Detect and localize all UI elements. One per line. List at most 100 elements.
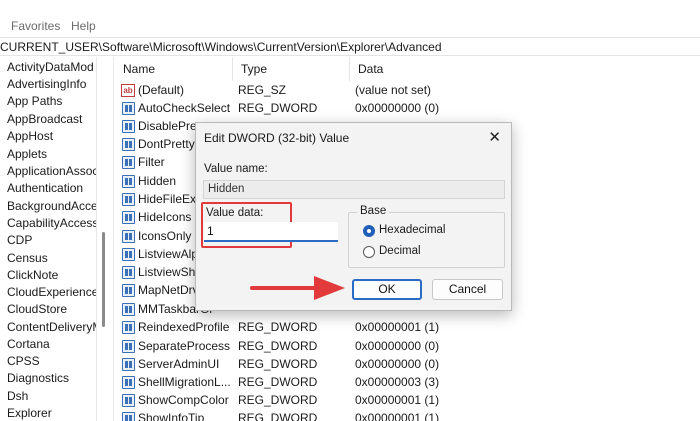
address-bar[interactable]: CURRENT_USER\Software\Microsoft\Windows\…: [0, 37, 700, 56]
value-row[interactable]: ShowInfoTip REG_DWORD 0x00000001 (1): [115, 410, 700, 421]
tree-item[interactable]: Applets: [7, 147, 47, 161]
value-data: 0x00000000 (0): [355, 357, 440, 371]
tree-item[interactable]: AppHost: [7, 129, 53, 143]
tree-item[interactable]: CPSS: [7, 354, 40, 368]
dword-value-icon: [122, 248, 135, 261]
hexadecimal-radio[interactable]: [363, 225, 375, 237]
tree-item[interactable]: ClickNote: [7, 268, 58, 282]
value-name: ShowCompColor: [138, 393, 229, 407]
tree-item[interactable]: Dsh: [7, 389, 28, 403]
value-row[interactable]: SeparateProcess REG_DWORD 0x00000000 (0): [115, 338, 700, 356]
value-data: 0x00000001 (1): [355, 411, 440, 421]
decimal-label[interactable]: Decimal: [379, 245, 421, 257]
value-data: 0x00000001 (1): [355, 320, 440, 334]
dword-value-icon: [122, 230, 135, 243]
tree-item[interactable]: App Paths: [7, 94, 62, 108]
value-name: IconsOnly: [138, 229, 192, 243]
dword-value-icon: [122, 138, 135, 151]
menu-help[interactable]: Help: [71, 19, 96, 33]
tree-item[interactable]: ActivityDataMod: [7, 60, 94, 74]
tree-item[interactable]: Census: [7, 251, 48, 265]
dword-value-icon: [122, 394, 135, 407]
dword-value-icon: [122, 193, 135, 206]
value-row[interactable]: ReindexedProfile REG_DWORD 0x00000001 (1…: [115, 319, 700, 337]
value-name: ServerAdminUI: [138, 357, 220, 371]
address-path: CURRENT_USER\Software\Microsoft\Windows\…: [0, 40, 442, 54]
tree-item[interactable]: BackgroundAcce: [7, 199, 96, 213]
value-data: 0x00000003 (3): [355, 375, 440, 389]
value-name: SeparateProcess: [138, 339, 231, 353]
value-row[interactable]: AutoCheckSelect REG_DWORD 0x00000000 (0): [115, 100, 700, 118]
value-name: ReindexedProfile: [138, 320, 230, 334]
value-name: ListviewAlp: [138, 247, 199, 261]
menu-favorites[interactable]: Favorites: [11, 19, 60, 33]
value-name: ShowInfoTip: [138, 411, 205, 421]
column-header-name[interactable]: Name: [115, 57, 233, 81]
value-data: 0x00000001 (1): [355, 393, 440, 407]
hexadecimal-label[interactable]: Hexadecimal: [379, 224, 445, 236]
close-icon[interactable]: ✕: [488, 128, 501, 146]
dword-value-icon: [122, 266, 135, 279]
dword-value-icon: [122, 102, 135, 115]
tree-item[interactable]: Explorer: [7, 406, 52, 420]
tree-item[interactable]: CloudExperience: [7, 285, 96, 299]
dword-value-icon: [122, 175, 135, 188]
value-data-input[interactable]: [204, 222, 338, 242]
edit-dword-dialog: Edit DWORD (32-bit) Value ✕ Value name: …: [195, 122, 512, 311]
column-header-data[interactable]: Data: [350, 57, 700, 81]
value-type: REG_DWORD: [238, 339, 318, 353]
tree-item[interactable]: CDP: [7, 233, 32, 247]
value-name: MapNetDrv: [138, 283, 199, 297]
value-name: Hidden: [138, 174, 177, 188]
value-row[interactable]: ServerAdminUI REG_DWORD 0x00000000 (0): [115, 356, 700, 374]
tree-item[interactable]: CloudStore: [7, 302, 67, 316]
value-row[interactable]: ShowCompColor REG_DWORD 0x00000001 (1): [115, 392, 700, 410]
value-name-field: Hidden: [203, 180, 505, 199]
tree-item[interactable]: ContentDeliveryM: [7, 320, 96, 334]
value-name: ShellMigrationL...: [138, 375, 231, 389]
value-data: 0x00000000 (0): [355, 339, 440, 353]
key-tree: ActivityDataMod AdvertisingInfo App Path…: [0, 57, 96, 421]
tree-item[interactable]: Diagnostics: [7, 371, 69, 385]
value-name: DontPrettyP: [138, 137, 203, 151]
arrow-head: [314, 276, 345, 300]
value-data: (value not set): [355, 83, 432, 97]
dword-value-icon: [122, 303, 135, 316]
ok-button[interactable]: OK: [352, 279, 422, 300]
value-name: HideIcons: [138, 210, 192, 224]
annotation-arrow-icon: [250, 276, 345, 300]
dword-value-icon: [122, 376, 135, 389]
value-data-label: Value data:: [206, 207, 264, 219]
base-label: Base: [357, 205, 390, 217]
value-type: REG_DWORD: [238, 411, 318, 421]
tree-item[interactable]: ApplicationAssoc: [7, 164, 96, 178]
value-row[interactable]: ab (Default) REG_SZ (value not set): [115, 82, 700, 100]
cancel-button[interactable]: Cancel: [432, 279, 503, 300]
dword-value-icon: [122, 321, 135, 334]
tree-item[interactable]: AdvertisingInfo: [7, 77, 86, 91]
menu-bar: Favorites Help: [0, 16, 700, 36]
tree-item[interactable]: CapabilityAccess: [7, 216, 96, 230]
value-type: REG_DWORD: [238, 357, 318, 371]
value-data: 0x00000000 (0): [355, 101, 440, 115]
column-header-type[interactable]: Type: [233, 57, 350, 81]
value-type: REG_DWORD: [238, 320, 318, 334]
string-value-icon: ab: [121, 84, 135, 97]
value-row[interactable]: ShellMigrationL... REG_DWORD 0x00000003 …: [115, 374, 700, 392]
dword-value-icon: [122, 340, 135, 353]
dword-value-icon: [122, 211, 135, 224]
decimal-radio[interactable]: [363, 246, 375, 258]
value-type: REG_DWORD: [238, 393, 318, 407]
value-type: REG_SZ: [238, 83, 287, 97]
tree-scroll-thumb[interactable]: [102, 232, 105, 327]
tree-item[interactable]: Authentication: [7, 181, 83, 195]
base-group: [348, 212, 505, 268]
tree-scrollbar[interactable]: [96, 57, 114, 421]
tree-item[interactable]: AppBroadcast: [7, 112, 82, 126]
value-name: DisablePrev: [138, 119, 203, 133]
dialog-title: Edit DWORD (32-bit) Value: [204, 131, 350, 145]
value-type: REG_DWORD: [238, 101, 318, 115]
dword-value-icon: [122, 284, 135, 297]
tree-item[interactable]: Cortana: [7, 337, 50, 351]
value-type: REG_DWORD: [238, 375, 318, 389]
